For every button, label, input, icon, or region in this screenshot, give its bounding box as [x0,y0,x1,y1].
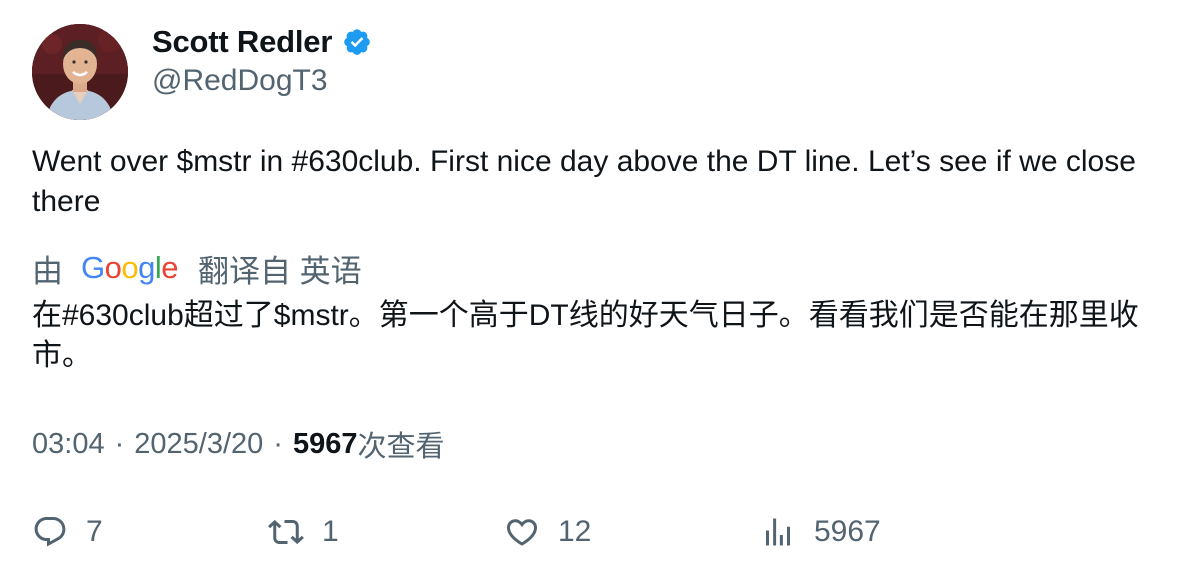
tweet-text: Went over $mstr in #630club. First nice … [32,145,1136,218]
reply-icon [34,517,66,547]
like-count: 12 [558,515,592,548]
google-logo: Google [81,250,179,285]
tweet-meta: 03:04 · 2025/3/20 · 5967 次查看 [32,424,444,464]
translated-text: 在#630club超过了$mstr。第一个高于DT线的好天气日子。看看我们是否能… [32,299,1139,372]
reply-count: 7 [86,515,103,548]
heart-icon [506,519,538,546]
tweet-time[interactable]: 03:04 [32,428,105,461]
translation-source-language: 翻译自 英语 [198,253,362,289]
translation-attribution: 由 Google 翻译自 英语 [32,248,362,289]
avatar[interactable] [32,24,128,120]
views-action-count: 5967 [814,515,881,548]
meta-separator: · [114,427,125,460]
like-button[interactable]: 12 [504,510,591,554]
retweet-count: 1 [322,515,339,548]
analytics-icon [766,518,790,546]
tweet-card: Scott Redler @RedDogT3 Went over $mstr i… [0,0,1196,578]
author-display-name[interactable]: Scott Redler [152,24,332,60]
author-handle[interactable]: @RedDogT3 [152,64,328,98]
retweet-button[interactable]: 1 [268,510,339,554]
verified-badge-icon[interactable] [342,27,372,57]
retweet-icon [268,519,304,545]
avatar-photo-icon [32,24,128,120]
views-count: 5967 [292,427,358,460]
tweet-date[interactable]: 2025/3/20 [134,428,263,461]
views-button[interactable]: 5967 [760,510,881,554]
author-name-row: Scott Redler [152,22,372,62]
action-bar: 7 1 12 5967 [0,510,1196,554]
meta-separator: · [273,427,283,460]
reply-button[interactable]: 7 [32,510,103,554]
views-label: 次查看 [357,431,445,463]
translation-prefix: 由 [32,253,63,289]
